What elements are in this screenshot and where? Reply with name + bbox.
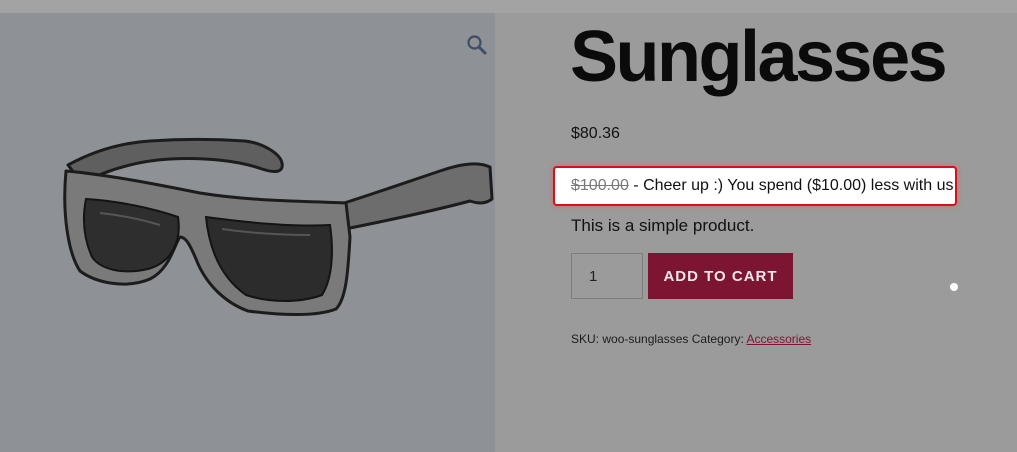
- quantity-input[interactable]: [571, 253, 643, 299]
- short-description: This is a simple product.: [571, 216, 755, 235]
- cursor-dot: [950, 283, 958, 291]
- original-price: $100.00: [571, 177, 629, 194]
- product-price: $80.36: [571, 125, 620, 142]
- sunglasses-image[interactable]: [0, 13, 495, 452]
- product-meta: SKU: woo-sunglasses Category: Accessorie…: [571, 332, 811, 346]
- category-link[interactable]: Accessories: [746, 332, 811, 346]
- magnifier-icon[interactable]: [466, 34, 488, 56]
- product-gallery: [0, 13, 495, 452]
- add-to-cart-button[interactable]: ADD TO CART: [648, 253, 793, 299]
- top-bar: [0, 0, 1017, 13]
- sku-value: woo-sunglasses: [602, 332, 689, 346]
- discount-message: - Cheer up :) You spend ($10.00) less wi…: [628, 177, 954, 194]
- discount-notice: $100.00 - Cheer up :) You spend ($10.00)…: [553, 166, 957, 206]
- category-label: Category:: [691, 332, 744, 346]
- sku-label: SKU:: [571, 332, 600, 346]
- product-title: Sunglasses: [570, 17, 948, 97]
